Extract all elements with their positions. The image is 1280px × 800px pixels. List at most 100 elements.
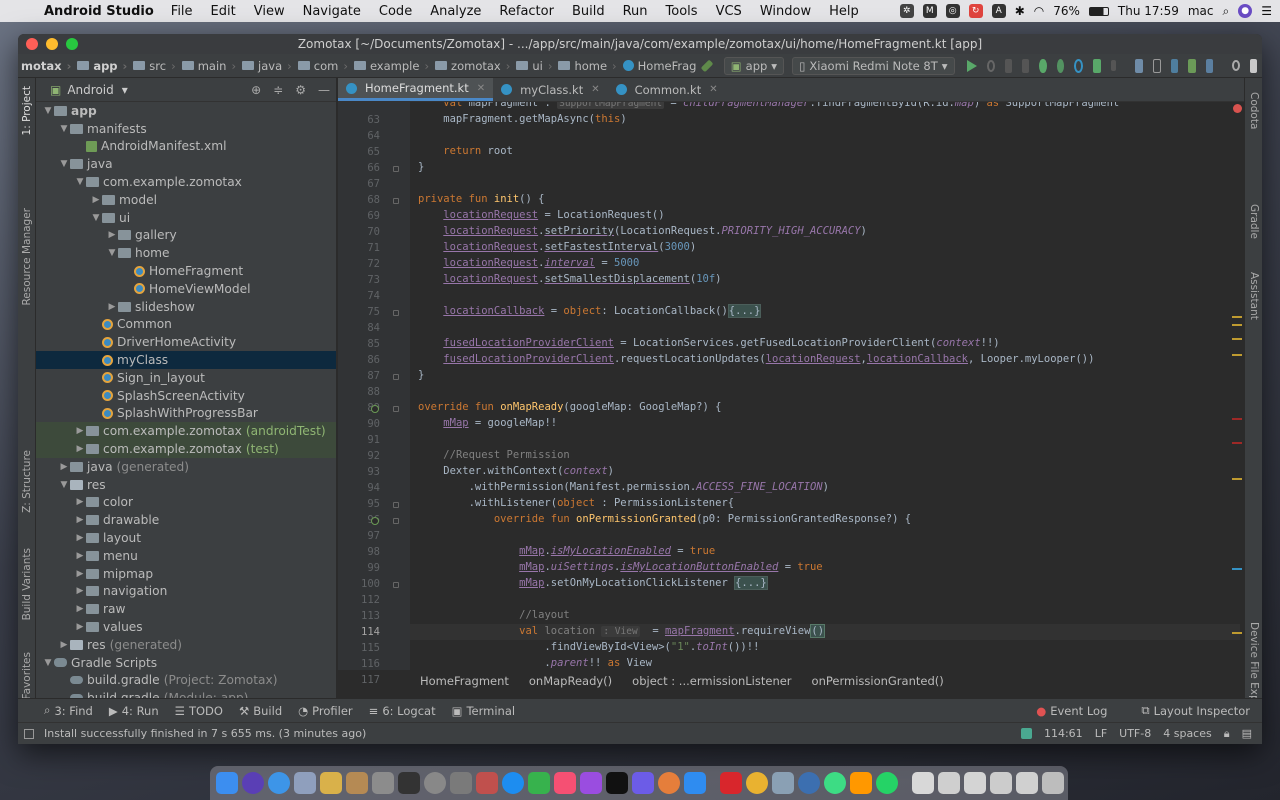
breadcrumb-app[interactable]: app › bbox=[74, 59, 130, 73]
build-tool-button[interactable]: ⚒ Build bbox=[239, 704, 282, 718]
tree-item[interactable]: SplashScreenActivity bbox=[36, 387, 336, 405]
menu-help[interactable]: Help bbox=[829, 4, 859, 19]
photos-icon[interactable] bbox=[294, 772, 316, 794]
font-book-icon[interactable] bbox=[476, 772, 498, 794]
code-line[interactable]: private fun init() { bbox=[418, 193, 544, 205]
code-line[interactable]: .withListener(object : PermissionListene… bbox=[418, 497, 735, 509]
hammer-build-icon[interactable] bbox=[701, 59, 715, 72]
app-store-icon[interactable] bbox=[684, 772, 706, 794]
fold-marker-icon[interactable] bbox=[393, 518, 399, 524]
code-line[interactable]: return root bbox=[418, 145, 513, 157]
resource-manager-tool-tab[interactable]: Resource Manager bbox=[21, 208, 33, 306]
code-line[interactable]: fusedLocationProviderClient.requestLocat… bbox=[418, 353, 1094, 365]
fold-marker-icon[interactable] bbox=[393, 374, 399, 380]
close-tab-icon[interactable]: ✕ bbox=[591, 84, 599, 95]
tree-item[interactable]: myClass bbox=[36, 351, 336, 369]
code-line[interactable]: .withPermission(Manifest.permission.ACCE… bbox=[418, 481, 829, 493]
project-tool-tab[interactable]: 1: Project bbox=[21, 86, 33, 135]
menu-refactor[interactable]: Refactor bbox=[499, 4, 554, 19]
tree-item[interactable]: ▶ com.example.zomotax (test) bbox=[36, 440, 336, 458]
code-line[interactable]: fusedLocationProviderClient = LocationSe… bbox=[418, 337, 999, 349]
wifi-icon[interactable]: ◠ bbox=[1034, 4, 1044, 18]
collapsed-arrow-icon[interactable]: ▶ bbox=[106, 302, 118, 312]
logcat-tool-button[interactable]: ≡ 6: Logcat bbox=[369, 704, 436, 718]
tree-item[interactable]: AndroidManifest.xml bbox=[36, 138, 336, 156]
document-icon[interactable] bbox=[964, 772, 986, 794]
proxyman-icon[interactable] bbox=[798, 772, 820, 794]
indent-setting[interactable]: 4 spaces bbox=[1163, 727, 1212, 740]
caret-position[interactable]: 114:61 bbox=[1044, 727, 1083, 740]
tab-homefragment[interactable]: HomeFragment.kt ✕ bbox=[338, 78, 494, 101]
code-line[interactable]: locationRequest = LocationRequest() bbox=[418, 209, 664, 221]
code-line[interactable]: mMap.setOnMyLocationClickListener {...} bbox=[418, 576, 768, 590]
expanded-arrow-icon[interactable]: ▼ bbox=[58, 124, 70, 134]
collapsed-arrow-icon[interactable]: ▶ bbox=[74, 515, 86, 525]
memory-indicator-icon[interactable]: ▤ bbox=[1242, 727, 1252, 740]
sync-icon[interactable]: ↻ bbox=[968, 4, 983, 18]
line-separator[interactable]: LF bbox=[1095, 727, 1107, 740]
sdk-manager-icon[interactable] bbox=[1205, 58, 1213, 73]
document-icon[interactable] bbox=[1016, 772, 1038, 794]
siri-icon[interactable] bbox=[242, 772, 264, 794]
fold-marker-icon[interactable] bbox=[393, 166, 399, 172]
tree-item[interactable]: Sign_in_layout bbox=[36, 369, 336, 387]
code-line[interactable]: override fun onPermissionGranted(p0: Per… bbox=[418, 513, 911, 525]
tree-item[interactable]: ▶ java (generated) bbox=[36, 458, 336, 476]
code-line[interactable]: mapFragment.getMapAsync(this) bbox=[418, 113, 626, 125]
error-icon[interactable] bbox=[1233, 104, 1242, 113]
android-studio-icon[interactable] bbox=[824, 772, 846, 794]
fold-marker-icon[interactable] bbox=[393, 406, 399, 412]
code-area[interactable]: val mapFragment : SupportMapFragment = c… bbox=[410, 102, 1240, 670]
close-tab-icon[interactable]: ✕ bbox=[709, 84, 717, 95]
terminal-tool-button[interactable]: ▣ Terminal bbox=[452, 704, 515, 718]
structure-tool-tab[interactable]: Z: Structure bbox=[21, 450, 33, 513]
dictionary-icon[interactable] bbox=[450, 772, 472, 794]
fold-marker-icon[interactable] bbox=[393, 502, 399, 508]
tree-item[interactable]: DriverHomeActivity bbox=[36, 333, 336, 351]
collapsed-arrow-icon[interactable]: ▶ bbox=[74, 497, 86, 507]
code-line[interactable]: val location : View = mapFragment.requir… bbox=[418, 624, 826, 638]
podcasts-icon[interactable] bbox=[580, 772, 602, 794]
info-marker[interactable] bbox=[1232, 568, 1242, 570]
override-marker-icon[interactable] bbox=[371, 405, 379, 413]
tree-item[interactable]: SplashWithProgressBar bbox=[36, 405, 336, 423]
menu-window[interactable]: Window bbox=[760, 4, 811, 19]
expanded-arrow-icon[interactable]: ▼ bbox=[106, 248, 118, 258]
menu-build[interactable]: Build bbox=[572, 4, 605, 19]
codota-icon[interactable] bbox=[1249, 58, 1257, 73]
tree-item[interactable]: ▶ gallery bbox=[36, 227, 336, 245]
warning-marker[interactable] bbox=[1232, 478, 1242, 480]
expanded-arrow-icon[interactable]: ▼ bbox=[58, 159, 70, 169]
tree-item[interactable]: Common bbox=[36, 316, 336, 334]
battery-icon[interactable] bbox=[1088, 6, 1109, 16]
code-line[interactable]: } bbox=[418, 369, 424, 381]
tree-item[interactable]: ▶ drawable bbox=[36, 511, 336, 529]
tree-item[interactable]: ▼ Gradle Scripts bbox=[36, 654, 336, 672]
document-icon[interactable] bbox=[912, 772, 934, 794]
gradle-tool-tab[interactable]: Gradle bbox=[1248, 204, 1260, 239]
fold-marker-icon[interactable] bbox=[393, 582, 399, 588]
tree-item[interactable]: ▶ com.example.zomotax (androidTest) bbox=[36, 422, 336, 441]
apply-code-changes-icon[interactable] bbox=[1022, 58, 1030, 73]
error-stripe[interactable] bbox=[1230, 102, 1244, 670]
code-line[interactable]: locationRequest.setSmallestDisplacement(… bbox=[418, 273, 721, 285]
warning-marker[interactable] bbox=[1232, 632, 1242, 634]
breadcrumb-project[interactable]: motax › bbox=[18, 59, 74, 73]
warning-marker[interactable] bbox=[1232, 316, 1242, 318]
tab-myclass[interactable]: myClass.kt ✕ bbox=[493, 78, 607, 101]
menu-analyze[interactable]: Analyze bbox=[430, 4, 481, 19]
photo-booth-icon[interactable] bbox=[658, 772, 680, 794]
run-icon[interactable] bbox=[966, 59, 977, 72]
tree-item[interactable]: ▶ raw bbox=[36, 600, 336, 618]
assistant-tool-tab[interactable]: Assistant bbox=[1248, 272, 1260, 320]
code-line[interactable]: .parent!! as View bbox=[418, 657, 652, 669]
code-line[interactable]: //Request Permission bbox=[418, 449, 569, 461]
expanded-arrow-icon[interactable]: ▼ bbox=[74, 177, 86, 187]
locate-icon[interactable]: ⊕ bbox=[251, 83, 261, 97]
control-center-icon[interactable]: ☰ bbox=[1261, 4, 1272, 18]
tree-item[interactable]: ▶ slideshow bbox=[36, 298, 336, 316]
todo-tool-button[interactable]: ☰ TODO bbox=[175, 704, 223, 718]
collapsed-arrow-icon[interactable]: ▶ bbox=[74, 551, 86, 561]
mail-icon[interactable]: M bbox=[922, 4, 937, 18]
breadcrumb-home[interactable]: home › bbox=[555, 59, 619, 73]
